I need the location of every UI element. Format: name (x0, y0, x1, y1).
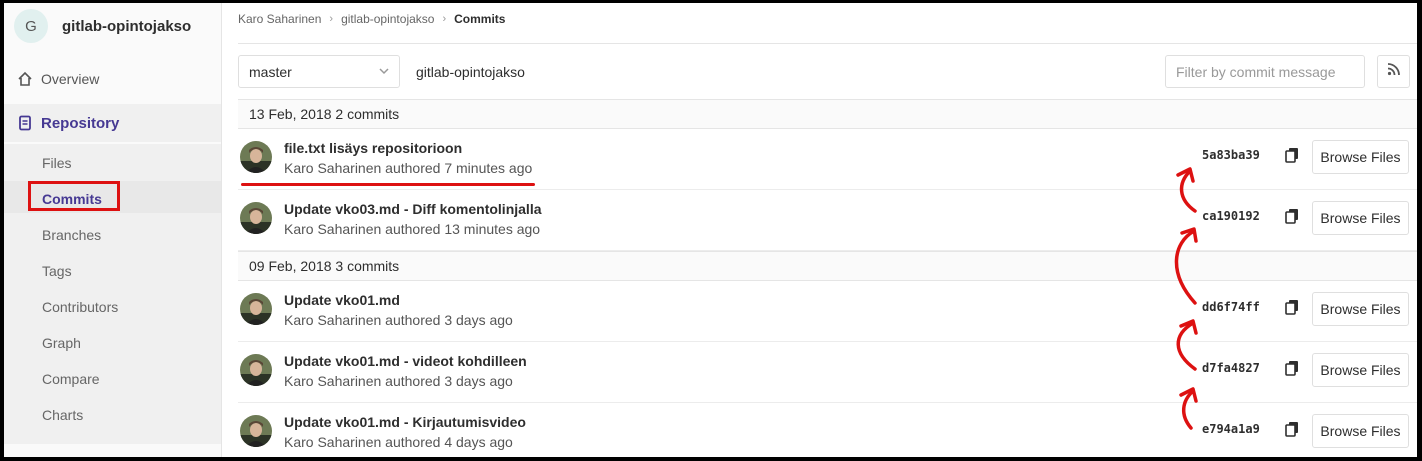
commit-row: Update vko01.md Karo Saharinen authored 3… (238, 281, 1417, 342)
commit-day-header: 09 Feb, 2018 3 commits (238, 251, 1417, 281)
browse-files-button[interactable]: Browse Files (1312, 201, 1409, 235)
project-header[interactable]: G gitlab-opintojakso (14, 9, 191, 43)
sidebar-item-tags[interactable]: Tags (42, 263, 72, 279)
commit-title[interactable]: file.txt lisäys repositorioon (284, 140, 462, 156)
commit-author-meta: Karo Saharinen authored 3 days ago (284, 373, 513, 389)
rss-icon (1387, 62, 1401, 81)
branch-value: master (249, 63, 292, 80)
author-avatar[interactable] (240, 202, 272, 234)
sidebar-item-repository[interactable]: Repository (4, 104, 221, 142)
commit-title[interactable]: Update vko03.md - Diff komentolinjalla (284, 201, 542, 217)
sidebar-item-label: Overview (41, 71, 100, 87)
copy-sha-button[interactable] (1282, 421, 1302, 441)
project-name[interactable]: gitlab-opintojakso (62, 18, 191, 35)
commit-title[interactable]: Update vko01.md (284, 292, 400, 308)
clipboard-icon (1285, 360, 1299, 381)
chevron-right-icon: › (329, 13, 334, 25)
project-avatar: G (14, 9, 48, 43)
annotation-highlight-box (28, 181, 120, 211)
browse-files-button[interactable]: Browse Files (1312, 414, 1409, 448)
app-window: G gitlab-opintojakso Overview Repository… (4, 3, 1417, 457)
commit-author-meta: Karo Saharinen authored 7 minutes ago (284, 160, 533, 176)
commit-title[interactable]: Update vko01.md - videot kohdilleen (284, 353, 527, 369)
browse-files-button[interactable]: Browse Files (1312, 292, 1409, 326)
browse-files-button[interactable]: Browse Files (1312, 353, 1409, 387)
commit-author-meta: Karo Saharinen authored 4 days ago (284, 434, 513, 450)
commit-sha[interactable]: d7fa4827 (1202, 361, 1260, 375)
divider (238, 43, 1417, 44)
copy-sha-button[interactable] (1282, 147, 1302, 167)
author-avatar[interactable] (240, 354, 272, 386)
clipboard-icon (1285, 421, 1299, 442)
sidebar-item-files[interactable]: Files (42, 155, 72, 171)
sidebar-item-compare[interactable]: Compare (42, 371, 100, 387)
author-avatar[interactable] (240, 141, 272, 173)
breadcrumb-project[interactable]: gitlab-opintojakso (341, 12, 434, 26)
clipboard-icon (1285, 147, 1299, 168)
commit-row: Update vko01.md - videot kohdilleen Karo … (238, 342, 1417, 403)
copy-sha-button[interactable] (1282, 299, 1302, 319)
commit-title[interactable]: Update vko01.md - Kirjautumisvideo (284, 414, 526, 430)
sidebar-item-label: Repository (41, 114, 120, 132)
rss-button[interactable] (1377, 55, 1410, 88)
commit-sha[interactable]: ca190192 (1202, 209, 1260, 223)
clipboard-icon (1285, 208, 1299, 229)
sidebar-item-charts[interactable]: Charts (42, 407, 83, 423)
browse-files-button[interactable]: Browse Files (1312, 140, 1409, 174)
commit-author-meta: Karo Saharinen authored 13 minutes ago (284, 221, 541, 237)
breadcrumb-current[interactable]: Commits (454, 12, 505, 26)
sidebar-item-graph[interactable]: Graph (42, 335, 81, 351)
author-avatar[interactable] (240, 293, 272, 325)
copy-sha-button[interactable] (1282, 360, 1302, 380)
branch-dropdown[interactable]: master (238, 55, 400, 88)
commit-sha[interactable]: e794a1a9 (1202, 422, 1260, 436)
commit-row: file.txt lisäys repositorioon Karo Sahari… (238, 129, 1417, 190)
home-icon (17, 71, 33, 87)
project-path: gitlab-opintojakso (416, 64, 525, 80)
breadcrumb: Karo Saharinen › gitlab-opintojakso › Co… (238, 12, 505, 26)
clipboard-icon (1285, 299, 1299, 320)
chevron-right-icon: › (442, 13, 447, 25)
author-avatar[interactable] (240, 415, 272, 447)
commit-sha[interactable]: 5a83ba39 (1202, 148, 1260, 162)
sidebar-item-branches[interactable]: Branches (42, 227, 101, 243)
commit-sha[interactable]: dd6f74ff (1202, 300, 1260, 314)
chevron-down-icon (377, 64, 391, 81)
breadcrumb-user[interactable]: Karo Saharinen (238, 12, 321, 26)
sidebar-item-overview[interactable]: Overview (4, 60, 221, 98)
annotation-underline (241, 183, 535, 186)
commit-day-header: 13 Feb, 2018 2 commits (238, 99, 1417, 129)
document-icon (17, 115, 33, 131)
commit-row: Update vko03.md - Diff komentolinjalla Ka… (238, 190, 1417, 251)
commit-row: Update vko01.md - Kirjautumisvideo Karo S… (238, 403, 1417, 457)
copy-sha-button[interactable] (1282, 208, 1302, 228)
main-content: Karo Saharinen › gitlab-opintojakso › Co… (238, 3, 1417, 457)
sidebar-item-contributors[interactable]: Contributors (42, 299, 118, 315)
filter-commits-input[interactable] (1165, 55, 1365, 88)
commit-author-meta: Karo Saharinen authored 3 days ago (284, 312, 513, 328)
sidebar: G gitlab-opintojakso Overview Repository… (4, 3, 222, 457)
